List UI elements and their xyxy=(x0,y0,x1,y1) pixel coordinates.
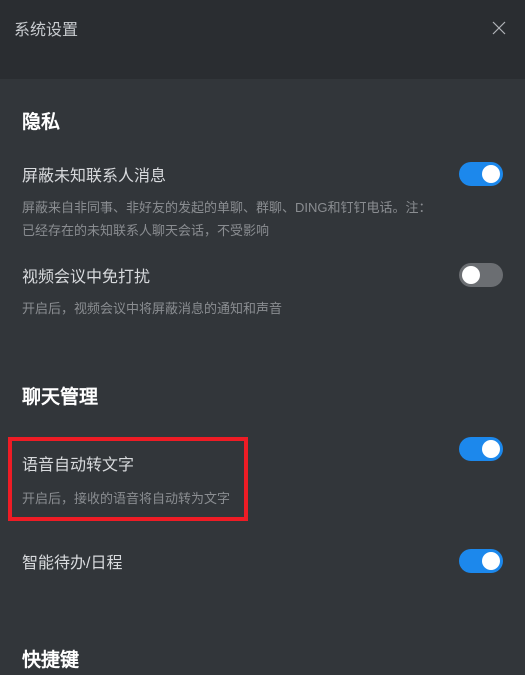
titlebar: 系统设置 xyxy=(0,0,525,55)
setting-label: 智能待办/日程 xyxy=(22,549,439,573)
close-icon xyxy=(491,20,507,36)
toggle-block-unknown[interactable] xyxy=(459,162,503,186)
section-title-privacy: 隐私 xyxy=(22,107,503,134)
toggle-smart-todo[interactable] xyxy=(459,549,503,573)
setting-desc: 开启后，接收的语音将自动转为文字 xyxy=(22,487,230,510)
toggle-knob xyxy=(462,266,480,284)
toggle-knob xyxy=(482,552,500,570)
setting-desc: 开启后，视频会议中将屏蔽消息的通知和声音 xyxy=(22,297,439,320)
setting-text: 智能待办/日程 xyxy=(22,549,459,583)
setting-text: 视频会议中免打扰 开启后，视频会议中将屏蔽消息的通知和声音 xyxy=(22,263,459,320)
setting-label: 视频会议中免打扰 xyxy=(22,263,439,287)
settings-content: 隐私 屏蔽未知联系人消息 屏蔽来自非同事、非好友的发起的单聊、群聊、DING和钉… xyxy=(0,79,525,675)
toggle-knob xyxy=(482,165,500,183)
toggle-video-dnd[interactable] xyxy=(459,263,503,287)
setting-block-unknown: 屏蔽未知联系人消息 屏蔽来自非同事、非好友的发起的单聊、群聊、DING和钉钉电话… xyxy=(22,162,503,243)
toggle-voice-to-text[interactable] xyxy=(459,437,503,461)
window-title: 系统设置 xyxy=(14,16,78,40)
setting-video-dnd: 视频会议中免打扰 开启后，视频会议中将屏蔽消息的通知和声音 xyxy=(22,263,503,320)
section-title-chat: 聊天管理 xyxy=(22,382,503,409)
highlight-box: 语音自动转文字 开启后，接收的语音将自动转为文字 xyxy=(8,437,248,520)
setting-label: 语音自动转文字 xyxy=(22,451,230,475)
setting-smart-todo: 智能待办/日程 xyxy=(22,549,503,583)
setting-text: 屏蔽未知联系人消息 屏蔽来自非同事、非好友的发起的单聊、群聊、DING和钉钉电话… xyxy=(22,162,459,243)
setting-label: 屏蔽未知联系人消息 xyxy=(22,162,439,186)
setting-desc: 屏蔽来自非同事、非好友的发起的单聊、群聊、DING和钉钉电话。注：已经存在的未知… xyxy=(22,196,439,243)
close-button[interactable] xyxy=(487,16,511,40)
setting-voice-to-text-row: 语音自动转文字 开启后，接收的语音将自动转为文字 xyxy=(22,437,503,548)
section-title-shortcut: 快捷键 xyxy=(22,645,503,672)
toggle-knob xyxy=(482,440,500,458)
